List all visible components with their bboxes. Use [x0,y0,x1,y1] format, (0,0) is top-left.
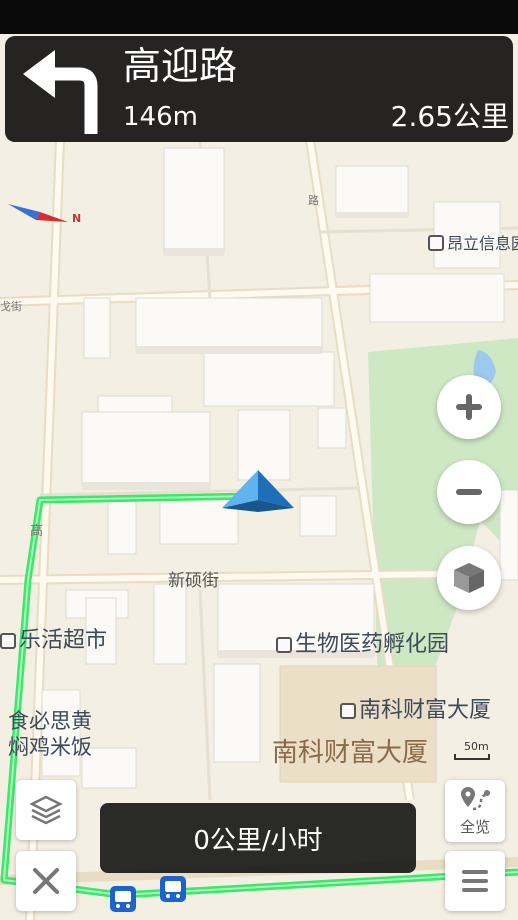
status-bar [0,0,518,34]
menu-button[interactable] [445,851,505,911]
speed-text: 0公里/小时 [193,825,323,856]
overview-label: 全览 [459,818,490,836]
poi-label[interactable]: 食必思黄焖鸡米饭 [8,708,108,760]
close-icon [33,868,59,894]
road-label: 戈街 [0,300,22,313]
layers-icon [29,795,63,825]
next-road-name: 高迎路 [123,44,238,88]
overview-button[interactable]: 全览 [445,780,505,842]
poi-label[interactable]: 昂立信息园 [428,230,518,254]
building-icon [0,633,16,649]
view-3d-button[interactable] [437,546,501,610]
road-label: 路 [308,194,319,207]
minus-icon [456,489,482,495]
layers-button[interactable] [16,780,76,840]
bus-stop-icon [110,886,136,912]
close-navigation-button[interactable] [16,851,76,911]
bus-stop-icon [160,876,186,902]
route-overview-icon [461,787,490,811]
compass-letter: N [72,212,82,225]
scale-bar: 50m [452,740,492,764]
hamburger-icon [462,870,488,892]
scale-label: 50m [464,740,489,753]
scale-line [454,754,490,760]
road-label: 高 [30,524,44,539]
navigation-banner[interactable]: 高迎路 146m 2.65公里 [5,36,513,142]
current-speed: 0公里/小时 [100,803,416,873]
zoom-out-button[interactable] [437,460,501,524]
poi-label[interactable]: 生物医药孵化园 [276,626,449,658]
distance-to-turn: 146m [123,102,198,132]
building-icon [276,637,292,653]
road-label: 新硕街 [168,571,219,591]
plus-icon [456,394,482,420]
cube-icon [454,563,484,593]
area-label: 南科财富大厦 [272,738,429,768]
zoom-in-button[interactable] [437,375,501,439]
building-icon [340,703,356,719]
poi-label[interactable]: 乐活超市 [0,622,107,654]
building-icon [428,235,444,251]
left-turn-arrow-icon [23,50,98,134]
remaining-distance: 2.65公里 [390,100,509,133]
poi-label[interactable]: 南科财富大厦 [340,692,491,724]
